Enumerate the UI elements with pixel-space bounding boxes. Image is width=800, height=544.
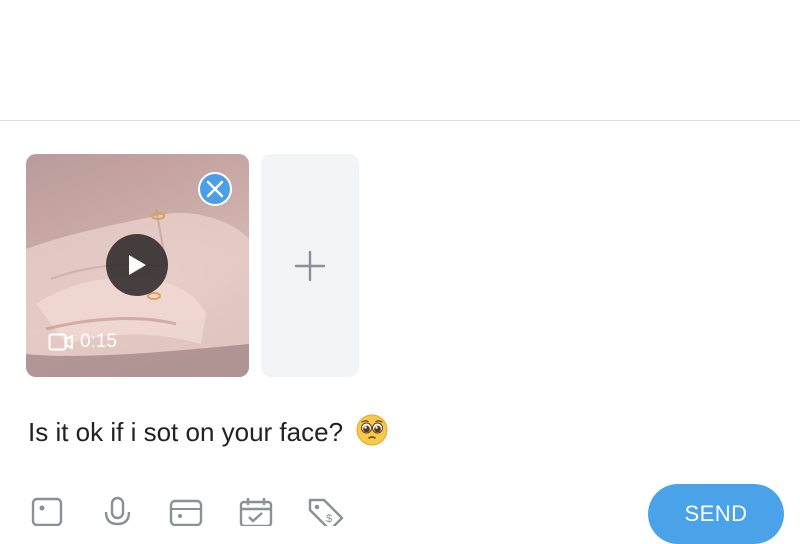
add-media-button[interactable] [261, 154, 359, 377]
remove-attachment-button[interactable] [198, 172, 232, 206]
svg-text:$: $ [326, 513, 332, 525]
send-button[interactable]: SEND [648, 484, 784, 544]
play-button[interactable] [106, 234, 168, 296]
plus-icon [294, 250, 326, 281]
video-camera-icon [48, 333, 73, 351]
close-icon [206, 180, 224, 198]
message-input[interactable]: Is it ok if i sot on your face? [28, 414, 388, 454]
pleading-face-emoji [356, 414, 388, 454]
header-area [0, 0, 800, 120]
duration-label: 0:15 [80, 331, 117, 352]
video-duration: 0:15 [48, 331, 117, 353]
message-text: Is it ok if i sot on your face? [28, 416, 344, 447]
play-icon [129, 255, 146, 275]
divider [0, 120, 800, 121]
